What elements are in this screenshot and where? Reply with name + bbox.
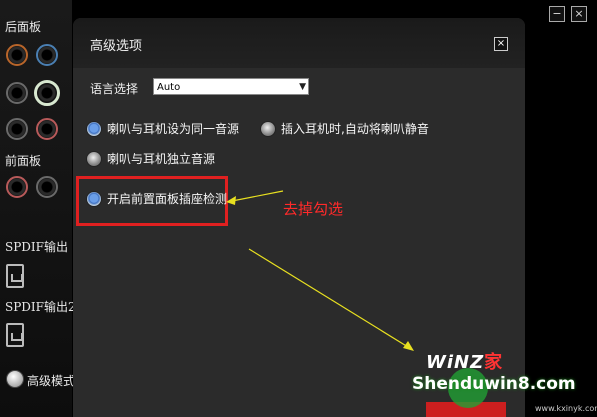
watermark-line1: WiNZ家 bbox=[426, 352, 504, 373]
arrow-to-ok bbox=[248, 248, 409, 348]
watermark-line2: Shenduwin8.com bbox=[412, 374, 576, 394]
watermark: WiNZ家 Shenduwin8.com www.kxinyk.com bbox=[412, 340, 597, 417]
arrow-head-option bbox=[226, 196, 236, 205]
watermark-line3: www.kxinyk.com bbox=[535, 404, 597, 413]
arrow-to-option bbox=[231, 190, 284, 202]
